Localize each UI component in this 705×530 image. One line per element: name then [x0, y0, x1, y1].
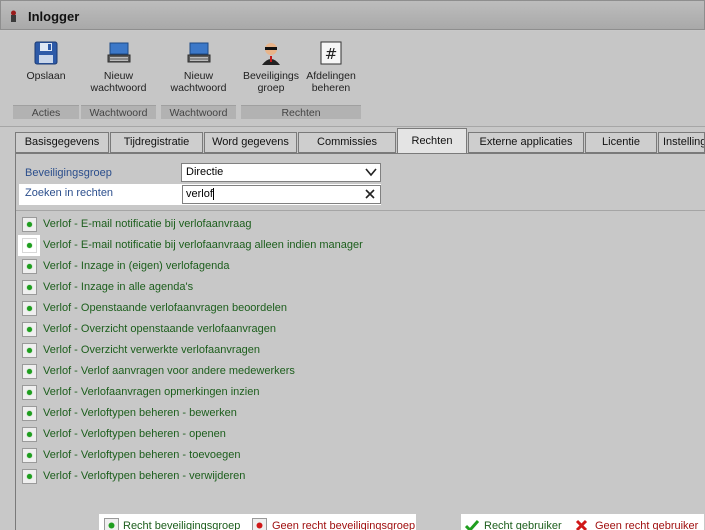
tab-commissies[interactable]: Commissies	[298, 132, 396, 153]
right-toggle-button[interactable]	[22, 217, 37, 232]
right-toggle-button[interactable]	[22, 238, 37, 253]
right-toggle-button[interactable]	[22, 364, 37, 379]
divider	[16, 210, 705, 211]
chevron-down-icon	[365, 168, 377, 177]
svg-text:#: #	[325, 45, 338, 63]
search-field-label: Zoeken in rechten	[25, 187, 114, 199]
right-label: Verlof - Verloftypen beheren - toevoegen	[43, 449, 241, 461]
list-item: Verlof - Verloftypen beheren - openen	[16, 424, 705, 445]
rights-panel: Beveiligingsgroep Directie Zoeken in rec…	[15, 153, 705, 530]
list-item: Verlof - Overzicht verwerkte verlofaanvr…	[16, 340, 705, 361]
search-input-value: verlof	[186, 188, 213, 200]
right-toggle-button[interactable]	[22, 301, 37, 316]
right-label: Verlof - Verlofaanvragen opmerkingen inz…	[43, 386, 260, 398]
right-label: Verlof - E-mail notificatie bij verlofaa…	[43, 239, 363, 251]
red-dot-icon	[252, 518, 267, 530]
list-item: Verlof - Inzage in (eigen) verlofagenda	[16, 256, 705, 277]
list-item: Verlof - Verloftypen beheren - toevoegen	[16, 445, 705, 466]
new-password-label-2: Nieuw wachtwoord	[170, 70, 227, 94]
keyboard-icon	[107, 42, 130, 63]
list-item: Verlof - E-mail notificatie bij verlofaa…	[16, 214, 705, 235]
security-group-label: Beveiligings groep	[242, 70, 300, 94]
hash-icon: #	[320, 41, 342, 65]
list-item: Verlof - Overzicht openstaande verlofaan…	[16, 319, 705, 340]
right-label: Verlof - Inzage in (eigen) verlofagenda	[43, 260, 230, 272]
main-content: Basisgegevens Tijdregistratie Word gegev…	[0, 128, 705, 530]
right-label: Verlof - Overzicht openstaande verlofaan…	[43, 323, 276, 335]
right-toggle-button[interactable]	[22, 469, 37, 484]
right-label: Verlof - Verlof aanvragen voor andere me…	[43, 365, 295, 377]
ribbon-group-label: Wachtwoord	[81, 105, 156, 119]
manage-departments-label: Afdelingen beheren	[306, 70, 356, 94]
right-toggle-button[interactable]	[22, 427, 37, 442]
right-toggle-button[interactable]	[22, 343, 37, 358]
user-rights-legend: Recht gebruiker Geen recht gebruiker	[461, 514, 704, 530]
checkmark-icon	[465, 520, 479, 530]
tab-externe-applicaties[interactable]: Externe applicaties	[468, 132, 584, 153]
right-label: Verlof - Overzicht verwerkte verlofaanvr…	[43, 344, 261, 356]
legend-group-no-right: Geen recht beveiligingsgroep	[272, 520, 416, 530]
right-toggle-button[interactable]	[22, 406, 37, 421]
new-password-button[interactable]: Nieuw wachtwoord	[81, 40, 156, 94]
manage-departments-button[interactable]: # Afdelingen beheren	[301, 40, 361, 94]
red-x-icon	[575, 519, 588, 530]
tab-rechten[interactable]: Rechten	[397, 128, 467, 154]
right-label: Verlof - Verloftypen beheren - verwijder…	[43, 470, 246, 482]
legend-user-no-right: Geen recht gebruiker	[595, 520, 699, 530]
search-input[interactable]: verlof	[182, 185, 381, 204]
right-toggle-button[interactable]	[22, 448, 37, 463]
security-group-field-label: Beveiligingsgroep	[25, 167, 112, 179]
ribbon-group-wachtwoord-2: Nieuw wachtwoord Wachtwoord	[161, 36, 236, 119]
right-toggle-button[interactable]	[22, 280, 37, 295]
search-row: Zoeken in rechten verlof	[19, 184, 381, 205]
security-group-button[interactable]: Beveiligings groep	[241, 40, 301, 94]
right-toggle-button[interactable]	[22, 259, 37, 274]
right-label: Verlof - Openstaande verlofaanvragen beo…	[43, 302, 288, 314]
legend-group-right: Recht beveiligingsgroep	[123, 520, 241, 530]
text-cursor	[212, 188, 214, 201]
right-label: Verlof - E-mail notificatie bij verlofaa…	[43, 218, 252, 230]
title-bar: Inlogger	[0, 0, 705, 30]
right-toggle-button[interactable]	[22, 322, 37, 337]
tab-licentie[interactable]: Licentie	[585, 132, 657, 153]
keyboard-icon	[187, 42, 210, 63]
save-button-label: Opslaan	[26, 70, 66, 82]
ribbon-group-acties: Opslaan Acties	[13, 36, 79, 119]
security-group-select-value: Directie	[186, 166, 224, 178]
ribbon-group-rechten: Beveiligings groep # Afdelingen beheren …	[241, 36, 361, 119]
list-item: Verlof - Verlof aanvragen voor andere me…	[16, 361, 705, 382]
new-password-label: Nieuw wachtwoord	[90, 70, 147, 94]
tab-word-gegevens[interactable]: Word gegevens	[204, 132, 297, 153]
list-item: Verlof - Openstaande verlofaanvragen beo…	[16, 298, 705, 319]
save-icon	[34, 41, 58, 65]
tab-basisgegevens[interactable]: Basisgegevens	[15, 132, 109, 153]
security-agent-icon	[262, 43, 280, 65]
new-password-button-2[interactable]: Nieuw wachtwoord	[161, 40, 236, 94]
security-group-select[interactable]: Directie	[181, 163, 381, 182]
group-rights-legend: Recht beveiligingsgroep Geen recht bevei…	[99, 514, 416, 530]
tab-instellingen[interactable]: Instellingen	[658, 132, 705, 153]
ribbon-group-wachtwoord-1: Nieuw wachtwoord Wachtwoord	[81, 36, 156, 119]
clear-icon[interactable]	[365, 189, 375, 199]
list-item: Verlof - Inzage in alle agenda's	[16, 277, 705, 298]
list-item: Verlof - Verlofaanvragen opmerkingen inz…	[16, 382, 705, 403]
ribbon-group-label: Rechten	[241, 105, 361, 119]
right-toggle-button[interactable]	[22, 385, 37, 400]
right-label: Verlof - Verloftypen beheren - bewerken	[43, 407, 237, 419]
ribbon-toolbar: Opslaan Acties Nieuw wachtwoord Wachtwoo…	[0, 31, 705, 127]
tab-strip: Basisgegevens Tijdregistratie Word gegev…	[15, 128, 705, 154]
right-label: Verlof - Verloftypen beheren - openen	[43, 428, 226, 440]
ribbon-group-label: Wachtwoord	[161, 105, 236, 119]
green-dot-icon	[104, 518, 119, 530]
app-icon	[11, 10, 16, 22]
tab-tijdregistratie[interactable]: Tijdregistratie	[110, 132, 203, 153]
ribbon-group-label: Acties	[13, 105, 79, 119]
right-label: Verlof - Inzage in alle agenda's	[43, 281, 194, 293]
list-item: Verlof - E-mail notificatie bij verlofaa…	[16, 235, 705, 256]
list-item: Verlof - Verloftypen beheren - verwijder…	[16, 466, 705, 487]
save-button[interactable]: Opslaan	[13, 40, 79, 82]
legend-user-right: Recht gebruiker	[484, 520, 562, 530]
list-item: Verlof - Verloftypen beheren - bewerken	[16, 403, 705, 424]
window-title: Inlogger	[28, 9, 80, 24]
